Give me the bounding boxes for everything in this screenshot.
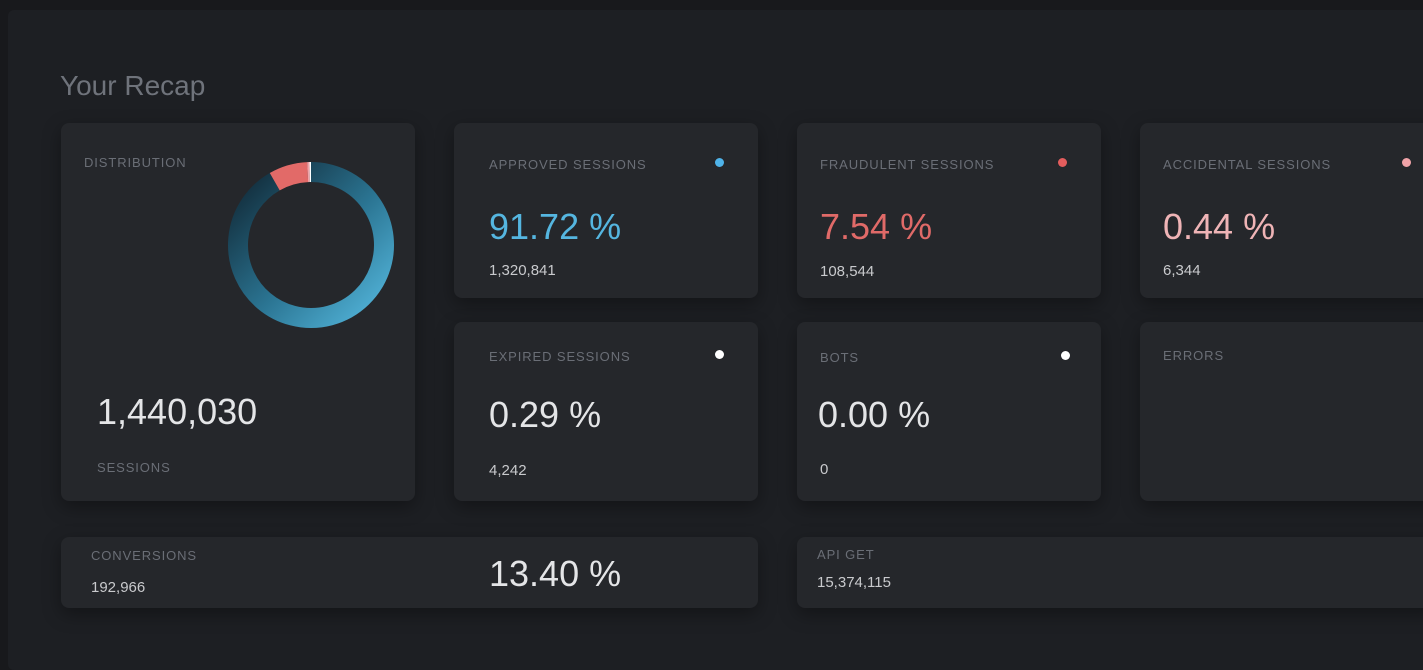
api-get-label: API GET	[817, 547, 875, 562]
bots-card: BOTS 0.00 % 0	[797, 322, 1101, 501]
accidental-sessions-percent: 0.44 %	[1163, 206, 1275, 248]
expired-sessions-percent: 0.29 %	[489, 394, 601, 436]
approved-sessions-percent: 91.72 %	[489, 206, 621, 248]
distribution-donut-chart	[227, 161, 395, 329]
accidental-sessions-count: 6,344	[1163, 262, 1201, 279]
bots-status-dot	[1061, 351, 1070, 360]
expired-sessions-label: EXPIRED SESSIONS	[489, 349, 631, 364]
accidental-status-dot	[1402, 158, 1411, 167]
bots-count: 0	[820, 461, 828, 478]
expired-sessions-card: EXPIRED SESSIONS 0.29 % 4,242	[454, 322, 758, 501]
fraudulent-sessions-count: 108,544	[820, 263, 874, 280]
conversions-count: 192,966	[91, 579, 145, 596]
accidental-sessions-card: ACCIDENTAL SESSIONS 0.44 % 6,344	[1140, 123, 1423, 298]
fraudulent-sessions-label: FRAUDULENT SESSIONS	[820, 157, 994, 172]
conversions-card: CONVERSIONS 192,966 13.40 %	[61, 537, 758, 608]
api-get-count: 15,374,115	[817, 574, 891, 591]
fraudulent-sessions-card: FRAUDULENT SESSIONS 7.54 % 108,544	[797, 123, 1101, 298]
approved-sessions-label: APPROVED SESSIONS	[489, 157, 647, 172]
approved-status-dot	[715, 158, 724, 167]
page-title: Your Recap	[60, 70, 205, 102]
conversions-percent: 13.40 %	[489, 553, 621, 595]
donut-slice-approved	[238, 172, 384, 318]
conversions-label: CONVERSIONS	[91, 548, 197, 563]
total-sessions-label: SESSIONS	[97, 460, 171, 475]
donut-slice-fraudulent	[275, 172, 308, 182]
accidental-sessions-label: ACCIDENTAL SESSIONS	[1163, 157, 1331, 172]
bots-label: BOTS	[820, 350, 859, 365]
errors-label: ERRORS	[1163, 348, 1224, 363]
distribution-label: DISTRIBUTION	[84, 155, 187, 170]
approved-sessions-card: APPROVED SESSIONS 91.72 % 1,320,841	[454, 123, 758, 298]
fraudulent-sessions-percent: 7.54 %	[820, 206, 932, 248]
approved-sessions-count: 1,320,841	[489, 262, 556, 279]
api-get-card: API GET 15,374,115	[797, 537, 1423, 608]
distribution-card: DISTRIBUTION 1,440,030 SESSIONS	[61, 123, 415, 501]
errors-card: ERRORS	[1140, 322, 1423, 501]
total-sessions-value: 1,440,030	[97, 391, 257, 433]
fraudulent-status-dot	[1058, 158, 1067, 167]
bots-percent: 0.00 %	[818, 394, 930, 436]
expired-status-dot	[715, 350, 724, 359]
expired-sessions-count: 4,242	[489, 462, 527, 479]
